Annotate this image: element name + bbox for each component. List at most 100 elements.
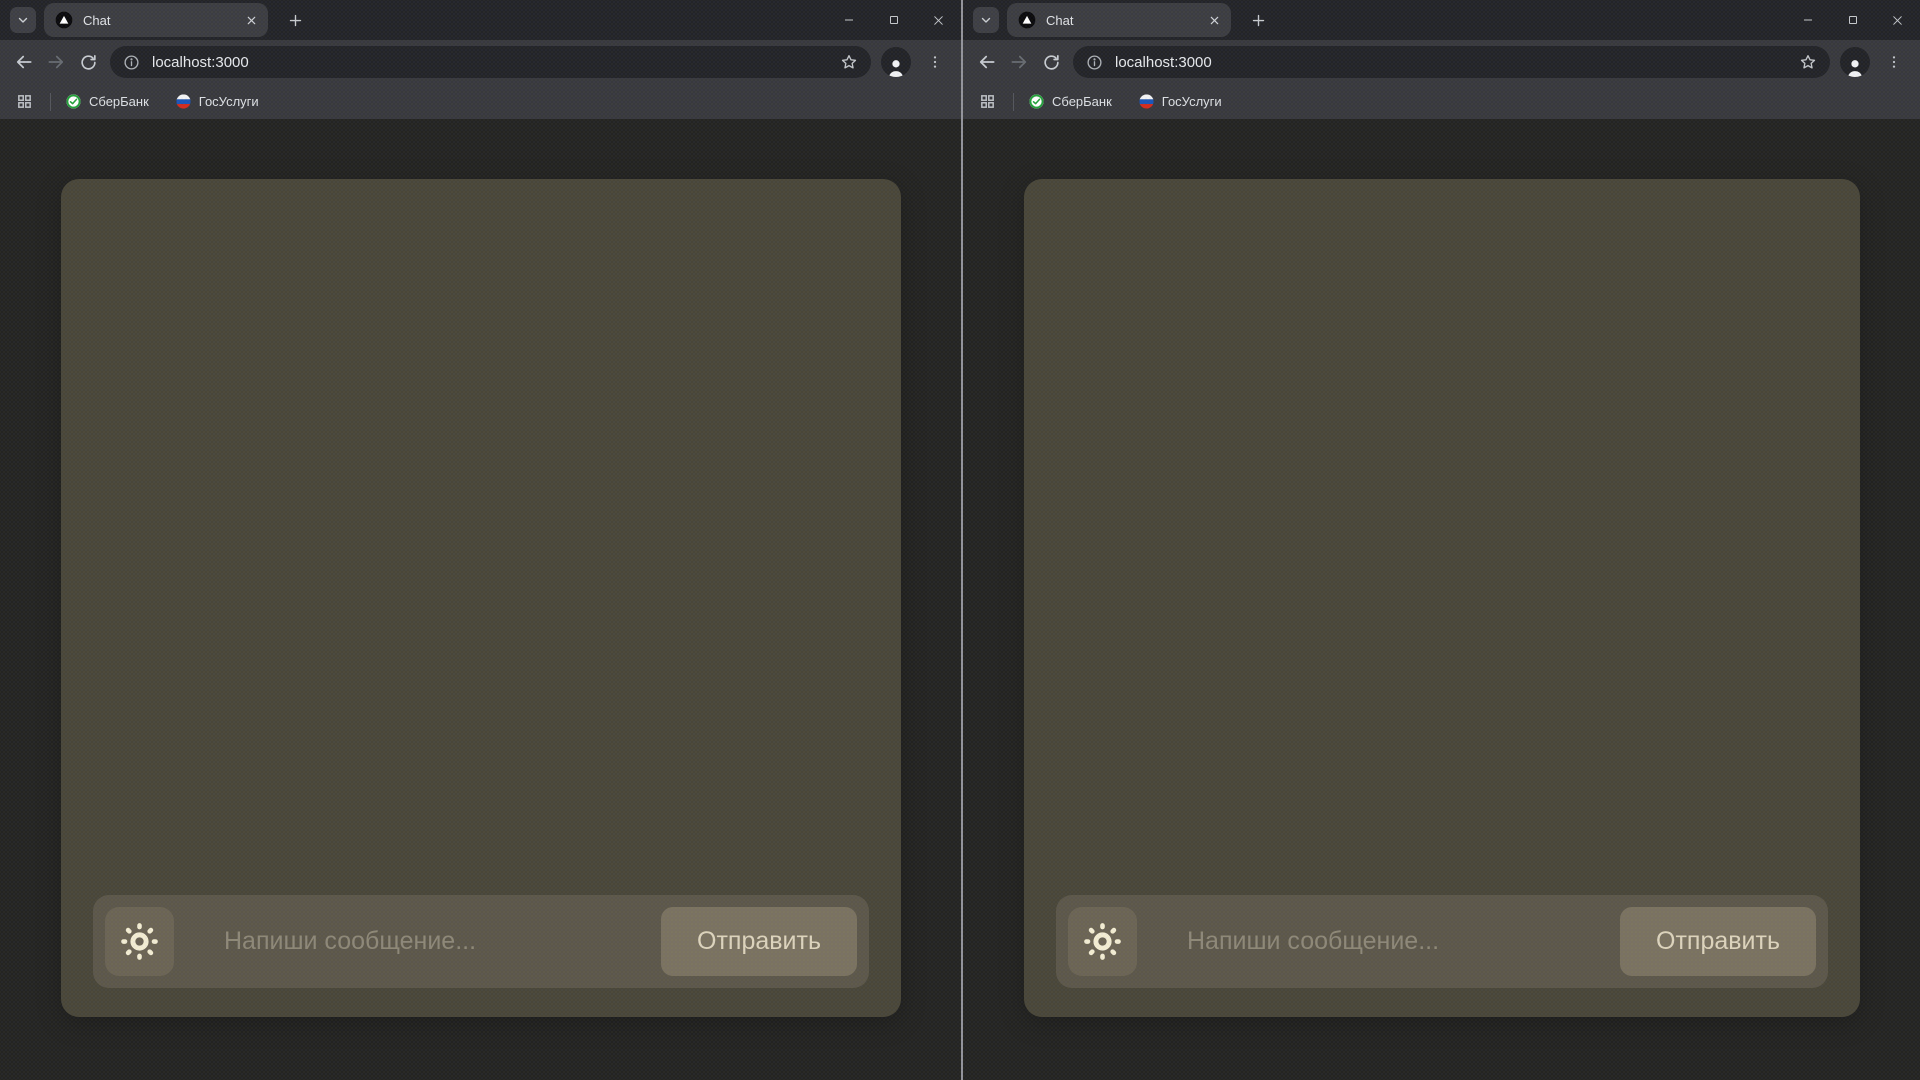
apps-grid-button[interactable] xyxy=(12,90,36,114)
arrow-left-icon xyxy=(14,52,34,72)
maximize-button[interactable] xyxy=(1830,0,1875,40)
chevron-down-icon xyxy=(16,13,30,27)
forward-button[interactable] xyxy=(1003,46,1035,78)
bookmarks-divider xyxy=(50,92,51,111)
person-icon xyxy=(1844,57,1866,77)
tab-chat[interactable]: Chat xyxy=(1007,3,1231,37)
url-text: localhost:3000 xyxy=(152,53,249,71)
send-button[interactable]: Отправить xyxy=(1620,907,1816,976)
reload-icon xyxy=(1042,53,1061,72)
sun-icon xyxy=(1084,923,1121,960)
close-window-button[interactable] xyxy=(1875,0,1920,40)
new-tab-button[interactable] xyxy=(282,7,308,33)
url-text: localhost:3000 xyxy=(1115,53,1212,71)
browser-window-right: Chat localhost:3000 СберБанк ГосУслуги Н… xyxy=(961,0,1920,1080)
back-button[interactable] xyxy=(971,46,1003,78)
page-content: Отправить xyxy=(0,119,961,1080)
window-controls xyxy=(826,0,961,40)
sberbank-logo-icon xyxy=(1028,93,1045,110)
minimize-icon xyxy=(1802,14,1814,26)
bookmark-gosuslugi[interactable]: ГосУслуги xyxy=(1138,93,1222,110)
tab-title: Chat xyxy=(83,12,111,28)
gosuslugi-logo-icon xyxy=(175,93,192,110)
tab-title: Chat xyxy=(1046,12,1074,28)
minimize-button[interactable] xyxy=(826,0,871,40)
message-input[interactable] xyxy=(174,907,661,976)
site-favicon-icon xyxy=(54,10,74,30)
chat-messages-area xyxy=(81,199,881,877)
grid-icon xyxy=(979,93,996,110)
grid-icon xyxy=(16,93,33,110)
browser-menu-button[interactable] xyxy=(1882,50,1906,74)
apps-grid-button[interactable] xyxy=(975,90,999,114)
plus-icon xyxy=(1251,13,1266,28)
browser-menu-button[interactable] xyxy=(923,50,947,74)
maximize-icon xyxy=(1847,14,1859,26)
site-favicon-icon xyxy=(1017,10,1037,30)
person-icon xyxy=(885,57,907,77)
arrow-right-icon xyxy=(46,52,66,72)
message-input[interactable] xyxy=(1137,907,1620,976)
reload-button[interactable] xyxy=(1035,46,1067,78)
close-window-button[interactable] xyxy=(916,0,961,40)
bookmark-sberbank[interactable]: СберБанк xyxy=(65,93,149,110)
bookmark-star-icon[interactable] xyxy=(837,50,861,74)
address-bar[interactable]: localhost:3000 xyxy=(110,46,871,78)
sberbank-logo-icon xyxy=(65,93,82,110)
chat-card: Отправить xyxy=(1024,179,1860,1017)
reload-button[interactable] xyxy=(72,46,104,78)
bookmarks-divider xyxy=(1013,92,1014,111)
plus-icon xyxy=(288,13,303,28)
navigation-toolbar: localhost:3000 xyxy=(963,40,1920,84)
bookmark-sberbank[interactable]: СберБанк xyxy=(1028,93,1112,110)
bookmarks-bar: СберБанк ГосУслуги xyxy=(963,84,1920,119)
chat-messages-area xyxy=(1044,199,1840,877)
profile-avatar-button[interactable] xyxy=(1840,47,1870,77)
bookmark-label: СберБанк xyxy=(1052,94,1112,109)
tab-search-button[interactable] xyxy=(10,7,36,33)
sun-icon xyxy=(121,923,158,960)
close-icon xyxy=(1891,14,1904,27)
tab-search-button[interactable] xyxy=(973,7,999,33)
send-button[interactable]: Отправить xyxy=(661,907,857,976)
reload-icon xyxy=(79,53,98,72)
chat-input-bar: Отправить xyxy=(93,895,869,988)
site-info-icon[interactable] xyxy=(118,49,144,75)
tab-strip: Chat xyxy=(963,0,1920,40)
tab-chat[interactable]: Chat xyxy=(44,3,268,37)
forward-button[interactable] xyxy=(40,46,72,78)
chat-card: Отправить xyxy=(61,179,901,1017)
navigation-toolbar: localhost:3000 xyxy=(0,40,961,84)
minimize-button[interactable] xyxy=(1785,0,1830,40)
bookmarks-bar: СберБанк ГосУслуги xyxy=(0,84,961,119)
arrow-left-icon xyxy=(977,52,997,72)
profile-avatar-button[interactable] xyxy=(881,47,911,77)
bookmark-label: ГосУслуги xyxy=(198,94,259,109)
tab-close-icon[interactable] xyxy=(1205,11,1223,29)
chevron-down-icon xyxy=(979,13,993,27)
bookmark-gosuslugi[interactable]: ГосУслуги xyxy=(175,93,259,110)
window-controls xyxy=(1785,0,1920,40)
gosuslugi-logo-icon xyxy=(1138,93,1155,110)
chat-input-bar: Отправить xyxy=(1056,895,1828,988)
screen: Chat localhost:3000 СберБанк ГосУслуги Н… xyxy=(0,0,1920,1080)
site-info-icon[interactable] xyxy=(1081,49,1107,75)
page-content: Отправить xyxy=(963,119,1920,1080)
arrow-right-icon xyxy=(1009,52,1029,72)
maximize-button[interactable] xyxy=(871,0,916,40)
tab-close-icon[interactable] xyxy=(242,11,260,29)
theme-toggle-button[interactable] xyxy=(105,907,174,976)
back-button[interactable] xyxy=(8,46,40,78)
address-bar[interactable]: localhost:3000 xyxy=(1073,46,1830,78)
bookmark-star-icon[interactable] xyxy=(1796,50,1820,74)
minimize-icon xyxy=(843,14,855,26)
browser-window-left: Chat localhost:3000 СберБанк ГосУслуги Н… xyxy=(0,0,961,1080)
theme-toggle-button[interactable] xyxy=(1068,907,1137,976)
new-tab-button[interactable] xyxy=(1245,7,1271,33)
close-icon xyxy=(932,14,945,27)
maximize-icon xyxy=(888,14,900,26)
bookmark-label: СберБанк xyxy=(89,94,149,109)
tab-strip: Chat xyxy=(0,0,961,40)
bookmark-label: ГосУслуги xyxy=(1161,94,1222,109)
kebab-menu-icon xyxy=(1886,54,1902,70)
